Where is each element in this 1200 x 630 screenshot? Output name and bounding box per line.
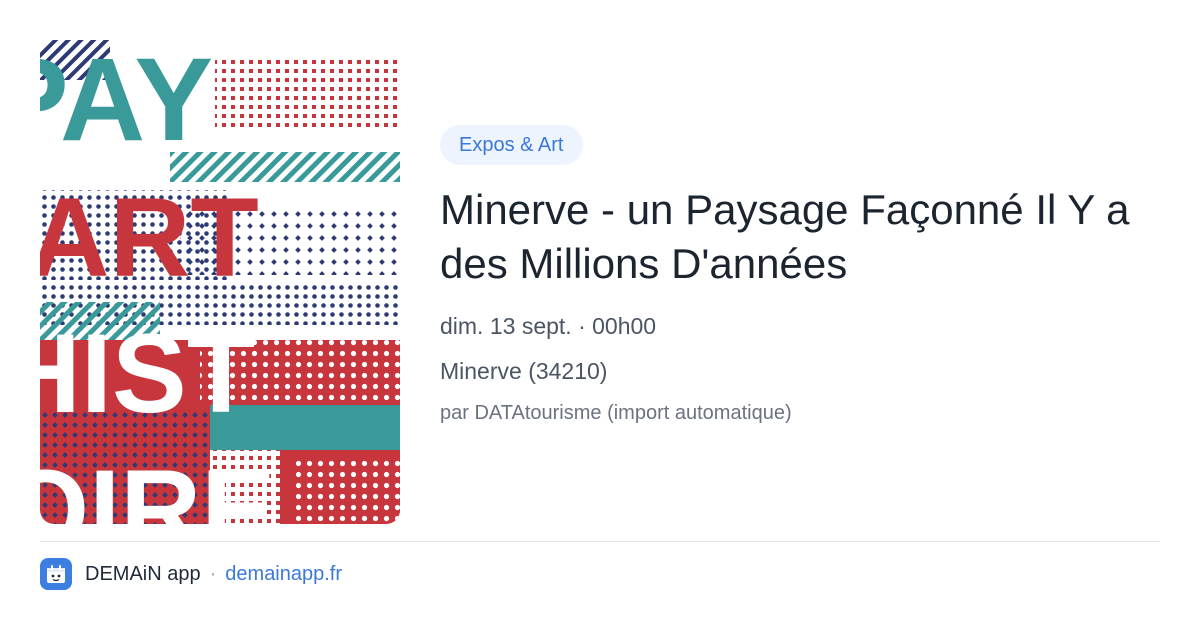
poster-line-4: OIRE [40, 447, 276, 524]
poster-line-1: PAY [40, 40, 213, 166]
event-datetime: dim. 13 sept. · 00h00 [440, 313, 657, 339]
event-poster-image[interactable]: PAY 'ART HIST OIRE [40, 40, 400, 524]
footer-separator: · [209, 562, 217, 585]
poster-line-3: HIST [40, 311, 255, 436]
category-badge[interactable]: Expos & Art [440, 125, 583, 165]
poster-line-2: 'ART [40, 175, 259, 300]
event-location: Minerve (34210) [440, 358, 608, 384]
event-title[interactable]: Minerve - un Paysage Façonné Il Y a des … [440, 183, 1160, 291]
footer-divider [40, 541, 1160, 542]
app-domain-link[interactable]: demainapp.fr [225, 563, 342, 586]
demain-app-icon [40, 558, 72, 590]
event-source: par DATAtourisme (import automatique) [440, 402, 792, 424]
app-name[interactable]: DEMAiN app [85, 563, 201, 586]
footer: DEMAiN app · demainapp.fr [40, 558, 342, 590]
